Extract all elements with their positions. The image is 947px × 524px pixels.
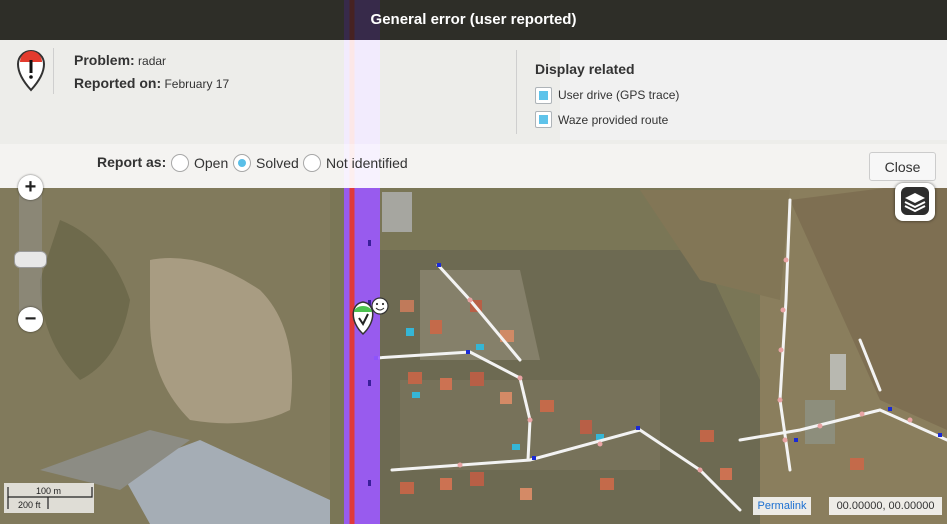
divider — [53, 48, 54, 94]
display-related-title: Display related — [535, 61, 635, 77]
solved-radio[interactable] — [233, 154, 251, 172]
open-radio[interactable] — [171, 154, 189, 172]
reported-row: Reported on: February 17 — [74, 75, 229, 91]
problem-pin-icon — [16, 50, 46, 92]
reported-label: Reported on: — [74, 75, 162, 91]
report-as-bar: Report as: Open Solved Not identified — [0, 144, 947, 188]
solved-radio-label[interactable]: Solved — [256, 155, 299, 171]
zoom-out-button[interactable]: − — [18, 307, 43, 332]
report-info-panel: Problem: radar Reported on: February 17 … — [0, 40, 947, 144]
zoom-slider-handle[interactable] — [14, 251, 47, 268]
zoom-in-button[interactable]: + — [18, 175, 43, 200]
waze-route-checkbox[interactable] — [535, 111, 552, 128]
permalink-link[interactable]: Permalink — [753, 497, 811, 515]
scale-bar: 100 m 200 ft — [4, 483, 94, 513]
layers-button[interactable] — [895, 183, 935, 221]
coordinates-readout: 00.00000, 00.00000 — [829, 497, 942, 515]
problem-label: Problem: — [74, 52, 135, 68]
not-identified-radio-label[interactable]: Not identified — [326, 155, 408, 171]
dialog-title: General error (user reported) — [0, 0, 947, 40]
problem-row: Problem: radar — [74, 52, 166, 68]
user-drive-checkbox[interactable] — [535, 87, 552, 104]
problem-value: radar — [138, 54, 167, 68]
layers-icon — [901, 187, 929, 215]
scale-metric: 100 m — [36, 486, 62, 496]
reported-value: February 17 — [164, 77, 230, 91]
scale-imperial: 200 ft — [18, 500, 41, 510]
divider — [516, 50, 517, 134]
user-drive-label[interactable]: User drive (GPS trace) — [558, 88, 679, 102]
waze-route-label[interactable]: Waze provided route — [558, 113, 668, 127]
not-identified-radio[interactable] — [303, 154, 321, 172]
close-button[interactable]: Close — [869, 152, 936, 181]
report-as-label: Report as: — [97, 154, 167, 170]
open-radio-label[interactable]: Open — [194, 155, 228, 171]
